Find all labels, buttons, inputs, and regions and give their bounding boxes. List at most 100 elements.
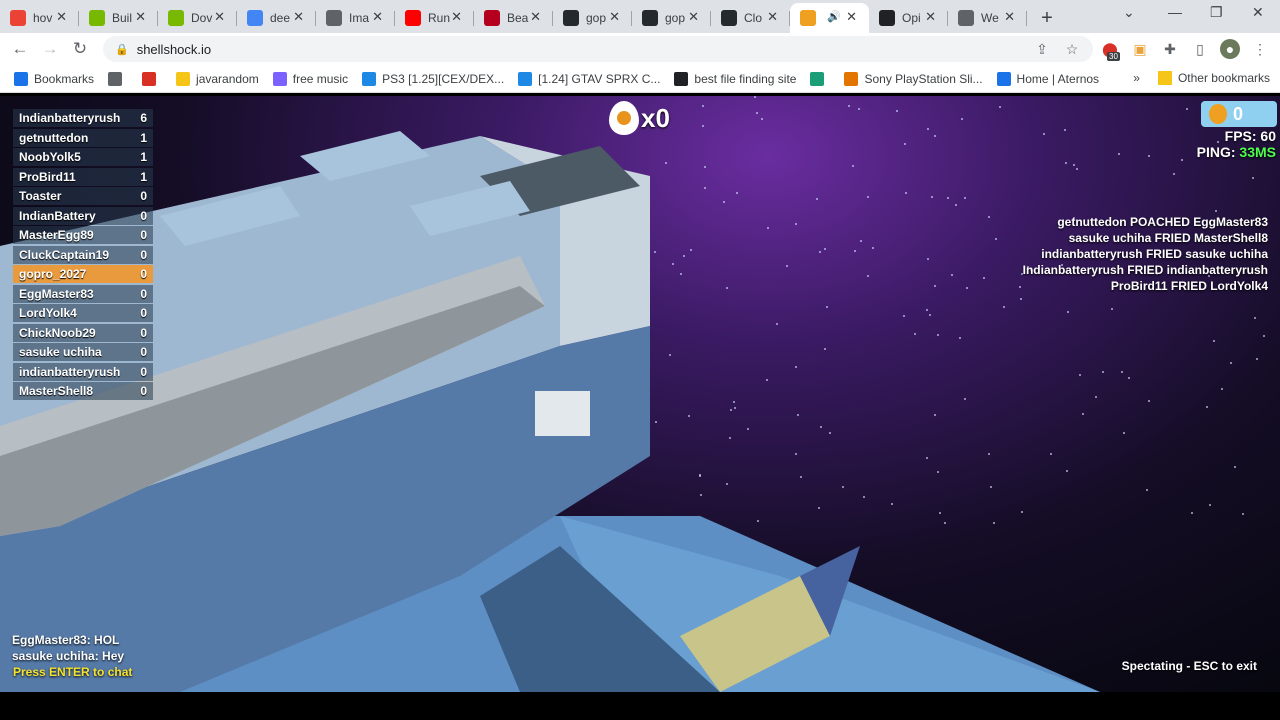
star-icon bbox=[14, 71, 28, 86]
minimize-icon[interactable]: — bbox=[1168, 4, 1182, 20]
close-tab-icon[interactable]: ✕ bbox=[767, 9, 778, 25]
player-score: 0 bbox=[140, 345, 147, 359]
bookmark-item[interactable] bbox=[810, 71, 830, 86]
leaderboard-row: sasuke uchiha 0 bbox=[13, 343, 153, 361]
browser-tab[interactable]: Run ✕ bbox=[395, 3, 474, 33]
close-tab-icon[interactable]: ✕ bbox=[135, 9, 146, 25]
tab-title: gop bbox=[586, 11, 607, 25]
tab-title: We bbox=[981, 11, 999, 25]
new-tab-button[interactable]: + bbox=[1027, 3, 1067, 33]
robot-icon bbox=[674, 71, 689, 86]
close-tab-icon[interactable]: ✕ bbox=[609, 9, 620, 25]
bookmark-item[interactable]: PS3 [1.25][CEX/DEX... bbox=[362, 71, 504, 86]
game-canvas[interactable] bbox=[0, 96, 1280, 692]
avatar[interactable]: ● bbox=[1220, 39, 1240, 59]
killfeed-entry: Indianbatteryrush FRIED indianbatteryrus… bbox=[1022, 263, 1268, 277]
browser-tab[interactable]: gop ✕ bbox=[553, 3, 632, 33]
chat-prompt[interactable]: Press ENTER to chat bbox=[13, 665, 132, 679]
sidebar-icon[interactable]: ▯ bbox=[1190, 39, 1210, 59]
close-tab-icon[interactable]: ✕ bbox=[214, 9, 225, 25]
close-tab-icon[interactable]: ✕ bbox=[451, 9, 462, 25]
leaderboard-row: CluckCaptain19 0 bbox=[13, 245, 153, 264]
browser-tab[interactable]: We ✕ bbox=[948, 3, 1027, 33]
chat-message: EggMaster83: HOL bbox=[12, 633, 120, 647]
tab-title: Run bbox=[428, 11, 450, 25]
google-icon bbox=[247, 10, 263, 26]
close-window-icon[interactable]: ✕ bbox=[1252, 4, 1264, 21]
tab-search-icon[interactable]: ⌄ bbox=[1123, 4, 1135, 21]
leaderboard-row: IndianBattery 0 bbox=[13, 206, 153, 225]
github-icon bbox=[642, 10, 658, 26]
address-bar[interactable]: 🔒 shellshock.io bbox=[103, 36, 1093, 62]
bookmark-label: Home | Aternos bbox=[1016, 71, 1100, 86]
back-icon[interactable]: ← bbox=[5, 34, 35, 64]
tab-title: Dov bbox=[191, 11, 213, 25]
fps-label: FPS: bbox=[1224, 128, 1257, 144]
browser-tab[interactable]: Opi ✕ bbox=[869, 3, 948, 33]
browser-tab[interactable]: dee ✕ bbox=[237, 3, 316, 33]
browser-tab[interactable]: Buil ✕ bbox=[79, 3, 158, 33]
puzzle-icon[interactable]: ✚ bbox=[1160, 39, 1180, 59]
browser-tab[interactable]: gop ✕ bbox=[632, 3, 711, 33]
player-name: MasterEgg89 bbox=[19, 228, 94, 242]
player-name: indianbatteryrush bbox=[19, 364, 121, 379]
bookmark-star-icon[interactable]: ☆ bbox=[1062, 39, 1082, 59]
bookmark-label: Sony PlayStation Sli... bbox=[864, 71, 983, 86]
audio-playing-icon[interactable]: 🔊 bbox=[827, 10, 841, 23]
player-score: 1 bbox=[140, 169, 147, 184]
leaderboard-row: ProBird11 1 bbox=[13, 167, 153, 186]
forward-icon[interactable]: → bbox=[35, 34, 65, 64]
close-tab-icon[interactable]: ✕ bbox=[846, 9, 857, 25]
leaderboard-row: Toaster 0 bbox=[13, 187, 153, 205]
browser-tab[interactable]: Ima ✕ bbox=[316, 3, 395, 33]
leaderboard-row: EggMaster83 0 bbox=[13, 284, 153, 303]
bookmark-item[interactable] bbox=[142, 71, 162, 86]
close-tab-icon[interactable]: ✕ bbox=[530, 9, 541, 25]
close-tab-icon[interactable]: ✕ bbox=[372, 9, 383, 25]
bookmark-item[interactable]: [1.24] GTAV SPRX C... bbox=[518, 71, 661, 86]
reload-icon[interactable]: ↻ bbox=[65, 34, 95, 64]
leaderboard: Indianbatteryrush 6 getnuttedon 1 NoobYolk5 1… bbox=[13, 109, 153, 402]
window-bottom-bar bbox=[0, 692, 1280, 720]
bookmark-item[interactable]: javarandom bbox=[176, 71, 259, 86]
bookmark-item[interactable]: Bookmarks bbox=[14, 71, 94, 86]
nvidia-icon bbox=[89, 10, 105, 26]
egg-streak: x0 bbox=[609, 101, 670, 135]
diamond-icon bbox=[272, 71, 287, 86]
bookmark-item[interactable]: free music bbox=[272, 71, 348, 86]
close-tab-icon[interactable]: ✕ bbox=[293, 9, 304, 25]
player-score: 1 bbox=[140, 130, 147, 145]
bookmark-item[interactable]: Home | Aternos bbox=[996, 71, 1100, 86]
menu-icon[interactable]: ⋮ bbox=[1250, 39, 1270, 59]
bookmark-item[interactable]: Sony PlayStation Sli... bbox=[844, 71, 983, 86]
close-tab-icon[interactable]: ✕ bbox=[688, 9, 699, 25]
close-tab-icon[interactable]: ✕ bbox=[1004, 9, 1015, 25]
url-text: shellshock.io bbox=[136, 41, 212, 57]
leaderboard-row: gopro_2027 0 bbox=[13, 265, 153, 283]
browser-tab[interactable]: Bea ✕ bbox=[474, 3, 553, 33]
leaderboard-row: ChickNoob29 0 bbox=[13, 323, 153, 342]
chart-icon bbox=[326, 10, 342, 26]
browser-tab[interactable]: hov ✕ bbox=[0, 3, 79, 33]
app-icon bbox=[810, 71, 825, 86]
player-name: ChickNoob29 bbox=[19, 325, 96, 340]
browser-tab[interactable]: Clo ✕ bbox=[711, 3, 790, 33]
nvidia-icon bbox=[168, 10, 184, 26]
player-name: gopro_2027 bbox=[19, 267, 87, 281]
restore-icon[interactable]: ❐ bbox=[1210, 4, 1223, 21]
bookmark-item[interactable] bbox=[108, 71, 128, 86]
close-tab-icon[interactable]: ✕ bbox=[925, 9, 936, 25]
google-photos-icon bbox=[10, 10, 26, 26]
chevron-right-icon[interactable]: » bbox=[1133, 71, 1140, 85]
browser-tab[interactable]: Dov ✕ bbox=[158, 3, 237, 33]
leaderboard-row: NoobYolk5 1 bbox=[13, 148, 153, 166]
bookmark-item[interactable]: best file finding site bbox=[674, 71, 796, 86]
browser-tab[interactable]: 🔊 ✕ bbox=[790, 3, 869, 33]
kill-feed: getnuttedon POACHED EggMaster83 sasuke uc… bbox=[1023, 214, 1268, 294]
close-tab-icon[interactable]: ✕ bbox=[56, 9, 67, 25]
other-bookmarks[interactable]: » Other bookmarks bbox=[1133, 71, 1270, 85]
bag-icon bbox=[844, 71, 859, 86]
share-icon[interactable]: ⇪ bbox=[1032, 39, 1052, 59]
bookmark-label: [1.24] GTAV SPRX C... bbox=[538, 71, 661, 86]
extension-2-icon[interactable]: ▣ bbox=[1130, 39, 1150, 59]
